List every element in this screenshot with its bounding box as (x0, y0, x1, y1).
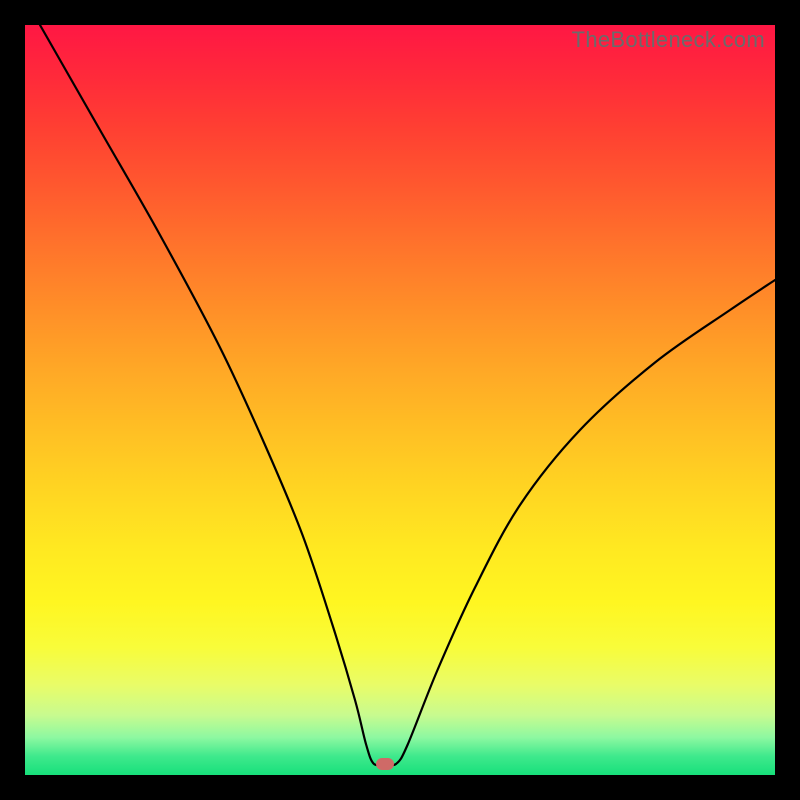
plot-area: TheBottleneck.com (25, 25, 775, 775)
optimum-marker (376, 758, 394, 770)
chart-frame: TheBottleneck.com (0, 0, 800, 800)
mismatch-curve (25, 25, 775, 775)
